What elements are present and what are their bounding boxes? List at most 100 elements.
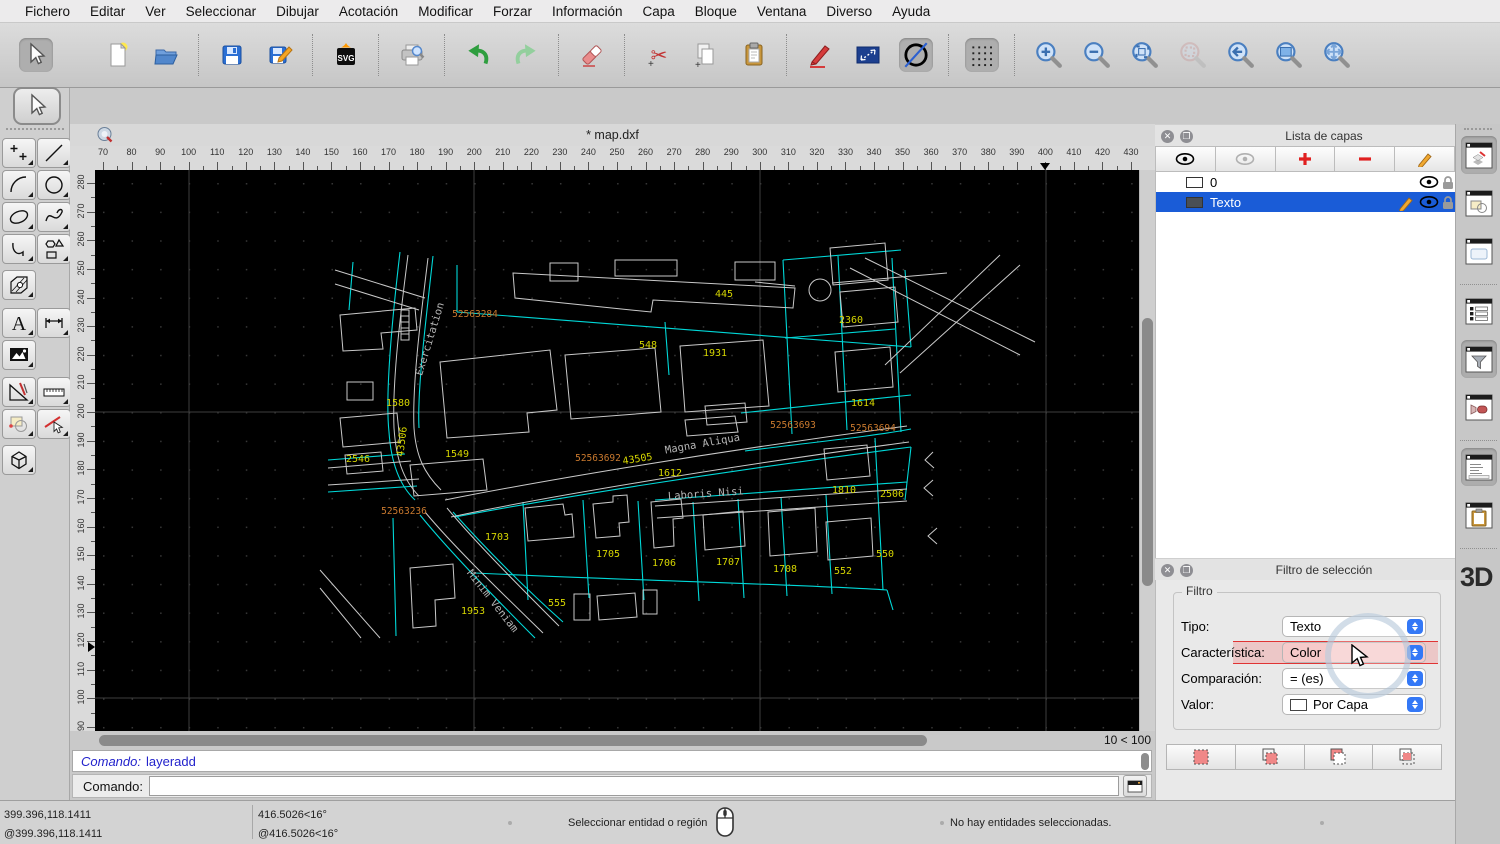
menu-informacin[interactable]: Información [542,4,633,19]
h-scroll-thumb[interactable] [99,735,927,746]
command-options-panel-toggle[interactable] [1461,388,1497,426]
menu-capa[interactable]: Capa [633,4,685,19]
line-tool-button[interactable] [37,138,71,168]
menu-seleccionar[interactable]: Seleccionar [176,4,267,19]
layer-eye-icon[interactable] [1419,175,1439,189]
polyline-tool-button[interactable] [2,234,36,264]
menu-forzar[interactable]: Forzar [483,4,542,19]
drawing-canvas[interactable]: 445 548 1931 2360 1580 1614 2546 1549 1612 1810 25… [95,170,1139,731]
filter-select-remove-button[interactable] [1304,744,1374,770]
layers-pencil-button[interactable] [1395,146,1455,172]
spline-tool-button[interactable] [37,202,71,232]
drafting-tool-button[interactable] [2,377,36,407]
palette-handle[interactable] [6,128,64,130]
command-panel-toggle-button[interactable] [1123,775,1147,797]
dimension-tool-button[interactable] [37,308,71,338]
text-tool-button[interactable]: A [2,308,36,338]
new-file-button[interactable] [101,38,135,72]
cut-button[interactable]: ✂ + [641,38,675,72]
zoom-window-button[interactable] [1271,38,1305,72]
v-scroll-thumb[interactable] [1142,318,1153,586]
filter-select-caracteristica[interactable]: Color [1282,642,1426,663]
zoom-in-button[interactable] [1031,38,1065,72]
menu-dibujar[interactable]: Dibujar [266,4,329,19]
points-tool-button[interactable] [2,138,36,168]
detach-panel-icon[interactable]: ❐ [1180,129,1193,143]
canvas-horizontal-scrollbar[interactable] [95,733,1077,748]
menu-acotacin[interactable]: Acotación [329,4,408,19]
undo-button[interactable] [461,38,495,72]
close-panel-icon[interactable]: ✕ [1161,563,1174,577]
filter-select-add-button[interactable] [1235,744,1305,770]
shapes-tool-button[interactable] [37,234,71,264]
eraser-button[interactable] [575,38,609,72]
modify-tool-button[interactable] [2,409,36,439]
solid-3d-tool-button[interactable] [2,445,36,475]
layers-eye-button[interactable] [1155,146,1216,172]
print-preview-button[interactable] [395,38,429,72]
layers-plus-button[interactable] [1275,146,1336,172]
filter-select-tipo[interactable]: Texto [1282,616,1426,637]
filter-select-comparacion[interactable]: = (es) [1282,668,1426,689]
dock-handle[interactable] [1464,128,1492,130]
hatch-tool-button[interactable] [2,270,36,300]
pan-button[interactable] [1319,38,1353,72]
layer-row-texto[interactable]: Texto [1156,192,1455,212]
menu-bloque[interactable]: Bloque [685,4,747,19]
command-line-panel-toggle[interactable] [1461,448,1497,486]
properties-panel-toggle[interactable] [1461,292,1497,330]
measure-ruler-tool-button[interactable] [37,377,71,407]
zoom-auto-button[interactable] [1127,38,1161,72]
canvas-vertical-scrollbar[interactable] [1139,170,1155,731]
layer-lock-icon[interactable] [1440,195,1456,211]
arc-tool-button[interactable] [2,170,36,200]
circle-tool-button[interactable] [37,170,71,200]
filter-select-new-button[interactable] [1166,744,1236,770]
image-tool-button[interactable] [2,340,36,370]
menu-ayuda[interactable]: Ayuda [882,4,940,19]
command-input[interactable] [148,776,1119,796]
restrict-off-button[interactable] [899,38,933,72]
h-ruler-tick: 410 [1066,147,1082,157]
detach-panel-icon[interactable]: ❐ [1180,563,1193,577]
menu-ver[interactable]: Ver [135,4,175,19]
library-panel-toggle[interactable] [1461,232,1497,270]
layers-panel-toggle[interactable] [1461,136,1497,174]
menu-ventana[interactable]: Ventana [747,4,817,19]
blocks-panel-toggle[interactable] [1461,184,1497,222]
layer-row-0[interactable]: 0 [1156,172,1455,192]
zoom-previous-button[interactable] [1223,38,1257,72]
layer-lock-icon[interactable] [1440,175,1456,191]
delete-tool-button[interactable] [37,409,71,439]
clipboard-panel-toggle[interactable] [1461,496,1497,534]
distance-tool-button[interactable] [851,38,885,72]
open-file-button[interactable] [149,38,183,72]
paste-button[interactable] [737,38,771,72]
menu-diverso[interactable]: Diverso [816,4,882,19]
redo-button[interactable] [509,38,543,72]
selection-tool-button[interactable] [13,87,61,125]
menu-modificar[interactable]: Modificar [408,4,483,19]
zoom-selection-button[interactable] [1175,38,1209,72]
zoom-out-button[interactable] [1079,38,1113,72]
menu-fichero[interactable]: Fichero [15,4,80,19]
draw-pencil-button[interactable] [803,38,837,72]
selection-pointer-button[interactable] [19,38,53,72]
history-scroll-thumb[interactable] [1141,753,1149,770]
close-panel-icon[interactable]: ✕ [1161,129,1174,143]
filter-select-intersect-button[interactable] [1373,744,1442,770]
ellipse-tool-button[interactable] [2,202,36,232]
filter-select-valor[interactable]: Por Capa [1282,694,1426,715]
selection-filter-panel-toggle[interactable] [1461,340,1497,378]
save-as-button[interactable] [263,38,297,72]
save-button[interactable] [215,38,249,72]
v-ruler-tick: 140 [76,575,86,591]
grid-toggle-button[interactable] [965,38,999,72]
layers-minus-button[interactable] [1335,146,1396,172]
layer-pencil-icon[interactable] [1398,195,1414,211]
svg-export-button[interactable]: SVG [329,38,363,72]
layers-eye-off-button[interactable] [1215,146,1276,172]
menu-editar[interactable]: Editar [80,4,135,19]
copy-button[interactable]: + [689,38,723,72]
layer-eye-icon[interactable] [1419,195,1439,209]
